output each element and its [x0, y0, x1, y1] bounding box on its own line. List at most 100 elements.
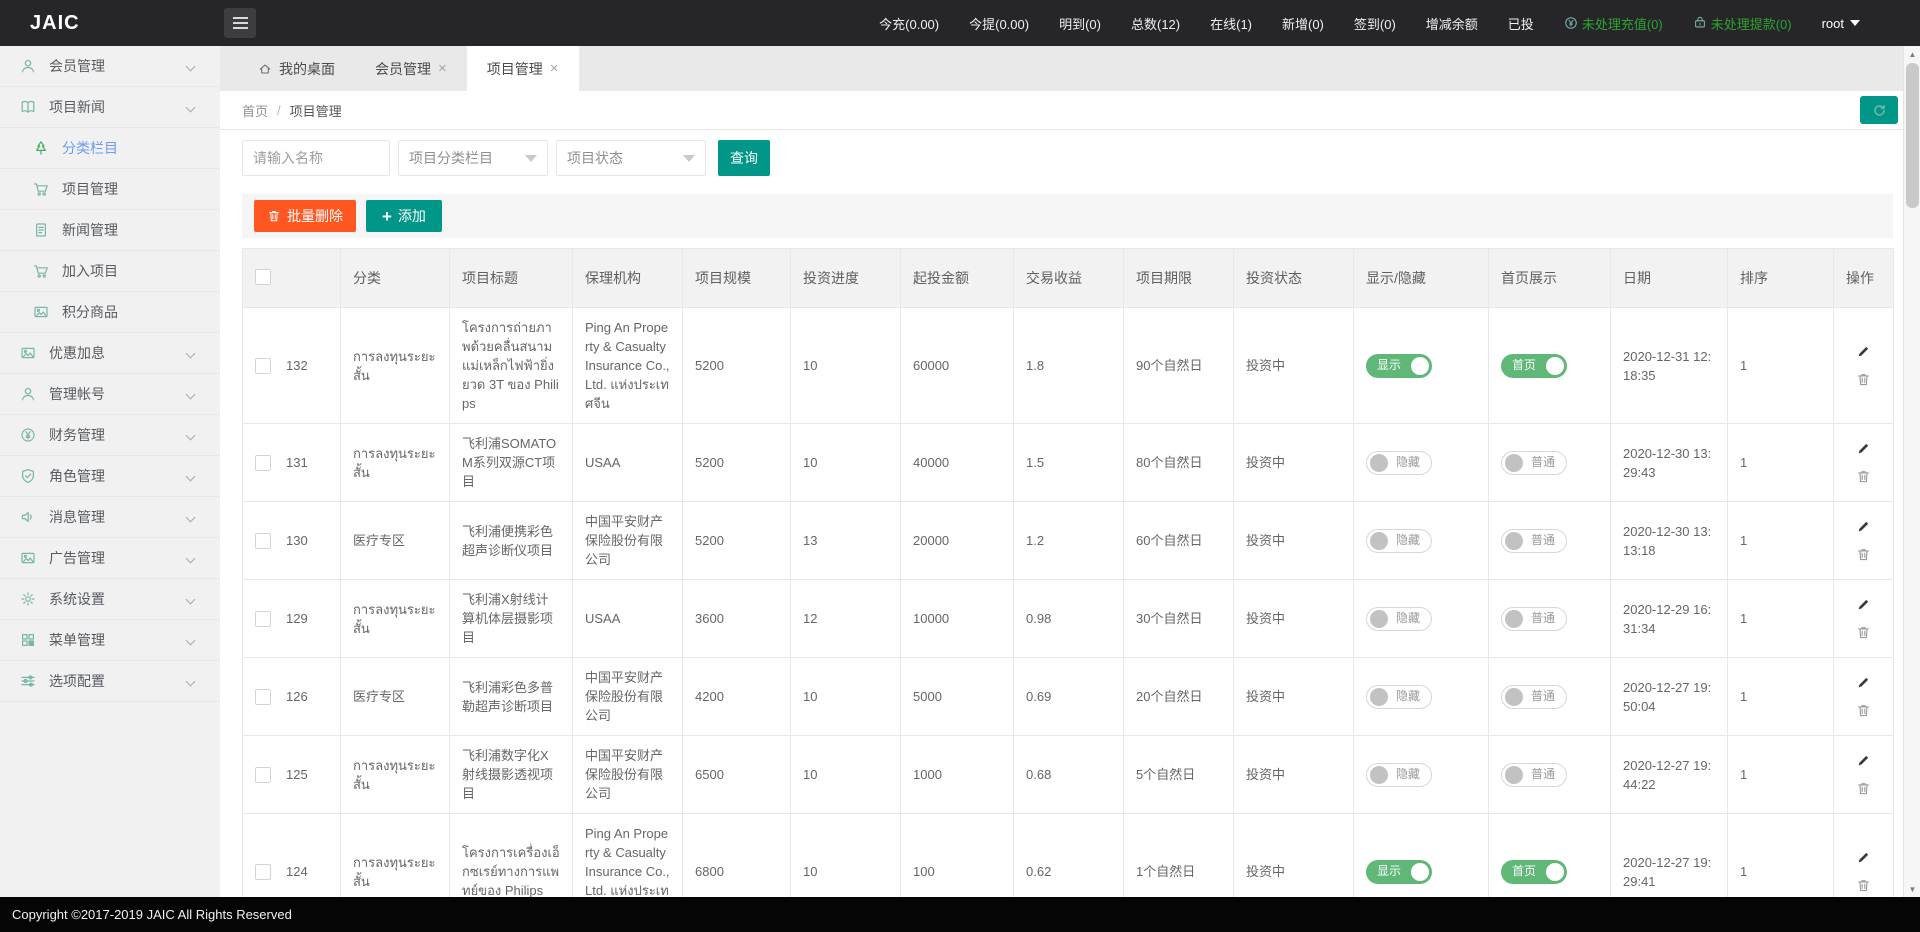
- select-all-checkbox[interactable]: [255, 269, 271, 285]
- cell-title: 飞利浦X射线计算机体层摄影项目: [450, 580, 573, 658]
- sidebar-item[interactable]: 广告管理: [0, 538, 220, 579]
- toggle-label: 显示: [1377, 862, 1401, 881]
- edit-button[interactable]: [1856, 519, 1871, 534]
- sidebar-item[interactable]: 优惠加息: [0, 333, 220, 374]
- sidebar-item[interactable]: 系统设置: [0, 579, 220, 620]
- nav-stat[interactable]: 签到(0): [1354, 14, 1396, 33]
- edit-button[interactable]: [1856, 675, 1871, 690]
- yen-icon: [20, 427, 36, 443]
- row-checkbox[interactable]: [255, 864, 271, 880]
- visibility-toggle[interactable]: 隐藏: [1366, 529, 1432, 553]
- row-checkbox[interactable]: [255, 767, 271, 783]
- scroll-up-arrow-icon[interactable]: ▲: [1904, 46, 1920, 62]
- edit-button[interactable]: [1856, 441, 1871, 456]
- hamburger-menu-button[interactable]: [224, 8, 256, 38]
- name-search-input[interactable]: [242, 140, 390, 176]
- edit-button[interactable]: [1856, 344, 1871, 359]
- visibility-toggle-cell: 显示: [1354, 814, 1489, 898]
- homepage-toggle[interactable]: 普通: [1501, 607, 1567, 631]
- category-select-value: 项目分类栏目: [409, 148, 493, 168]
- sidebar-item[interactable]: 消息管理: [0, 497, 220, 538]
- scroll-down-arrow-icon[interactable]: ▼: [1904, 881, 1920, 897]
- add-button[interactable]: + 添加: [366, 200, 442, 232]
- homepage-toggle[interactable]: 普通: [1501, 763, 1567, 787]
- nav-stat[interactable]: 今充(0.00): [879, 14, 939, 33]
- edit-button[interactable]: [1856, 597, 1871, 612]
- toggle-knob: [1370, 610, 1388, 628]
- cell-min-invest: 1000: [901, 736, 1014, 814]
- close-icon[interactable]: ×: [550, 61, 559, 76]
- home-icon: [258, 62, 272, 76]
- sidebar-item[interactable]: 加入项目: [0, 251, 220, 292]
- visibility-toggle[interactable]: 隐藏: [1366, 607, 1432, 631]
- cell-date: 2020-12-27 19:29:41: [1611, 814, 1728, 898]
- row-checkbox[interactable]: [255, 455, 271, 471]
- visibility-toggle[interactable]: 隐藏: [1366, 763, 1432, 787]
- sidebar-item[interactable]: 角色管理: [0, 456, 220, 497]
- homepage-toggle[interactable]: 普通: [1501, 451, 1567, 475]
- edit-button[interactable]: [1856, 753, 1871, 768]
- vertical-scrollbar[interactable]: ▲ ▼: [1903, 46, 1920, 897]
- delete-button[interactable]: [1856, 781, 1871, 796]
- scrollbar-thumb[interactable]: [1906, 63, 1919, 208]
- nav-stat[interactable]: 总数(12): [1131, 14, 1180, 33]
- tab-item[interactable]: 会员管理×: [355, 46, 467, 91]
- search-button[interactable]: 查询: [718, 140, 770, 176]
- nav-stat[interactable]: 在线(1): [1210, 14, 1252, 33]
- visibility-toggle[interactable]: 显示: [1366, 860, 1432, 884]
- tab-item[interactable]: 我的桌面: [238, 46, 355, 91]
- homepage-toggle[interactable]: 首页: [1501, 860, 1567, 884]
- nav-stat[interactable]: 明到(0): [1059, 14, 1101, 33]
- pending-alert-link[interactable]: 未处理提款(0): [1693, 14, 1792, 33]
- delete-button[interactable]: [1856, 372, 1871, 387]
- category-select[interactable]: 项目分类栏目: [398, 140, 548, 176]
- user-menu[interactable]: root: [1822, 16, 1860, 31]
- status-select[interactable]: 项目状态: [556, 140, 706, 176]
- edit-button[interactable]: [1856, 850, 1871, 865]
- refresh-button[interactable]: [1860, 96, 1898, 124]
- sidebar-item[interactable]: 财务管理: [0, 415, 220, 456]
- sidebar-item[interactable]: 选项配置: [0, 661, 220, 702]
- nav-stat[interactable]: 增减余额: [1426, 14, 1478, 33]
- sidebar-item[interactable]: 项目管理: [0, 169, 220, 210]
- nav-stat[interactable]: 已投: [1508, 14, 1534, 33]
- delete-button[interactable]: [1856, 469, 1871, 484]
- cell-progress: 10: [791, 658, 901, 736]
- toggle-label: 隐藏: [1396, 609, 1420, 628]
- delete-button[interactable]: [1856, 625, 1871, 640]
- sidebar-item[interactable]: 会员管理: [0, 46, 220, 87]
- row-checkbox[interactable]: [255, 689, 271, 705]
- sidebar-item[interactable]: 项目新闻: [0, 87, 220, 128]
- pending-alert-link[interactable]: 未处理充值(0): [1564, 14, 1663, 33]
- homepage-toggle[interactable]: 普通: [1501, 685, 1567, 709]
- delete-button[interactable]: [1856, 878, 1871, 893]
- top-navbar: JAIC 今充(0.00)今提(0.00)明到(0)总数(12)在线(1)新增(…: [0, 0, 1920, 46]
- toggle-knob: [1546, 863, 1564, 881]
- visibility-toggle[interactable]: 隐藏: [1366, 451, 1432, 475]
- visibility-toggle[interactable]: 显示: [1366, 354, 1432, 378]
- tab-active[interactable]: 项目管理×: [467, 46, 579, 91]
- row-checkbox[interactable]: [255, 358, 271, 374]
- sidebar-item-active[interactable]: 分类栏目: [0, 128, 220, 169]
- breadcrumb-home-link[interactable]: 首页: [242, 101, 268, 120]
- sidebar-item[interactable]: 新闻管理: [0, 210, 220, 251]
- row-checkbox[interactable]: [255, 611, 271, 627]
- nav-stat[interactable]: 新增(0): [1282, 14, 1324, 33]
- nav-stat[interactable]: 今提(0.00): [969, 14, 1029, 33]
- cell-date: 2020-12-27 19:44:22: [1611, 736, 1728, 814]
- cell-progress: 10: [791, 424, 901, 502]
- row-checkbox[interactable]: [255, 533, 271, 549]
- toggle-label: 首页: [1512, 356, 1536, 375]
- sidebar-item[interactable]: 管理帐号: [0, 374, 220, 415]
- cell-agency: 中国平安财产保险股份有限公司: [573, 658, 683, 736]
- sidebar-item[interactable]: 菜单管理: [0, 620, 220, 661]
- sidebar-item[interactable]: 积分商品: [0, 292, 220, 333]
- homepage-toggle[interactable]: 普通: [1501, 529, 1567, 553]
- visibility-toggle[interactable]: 隐藏: [1366, 685, 1432, 709]
- delete-button[interactable]: [1856, 547, 1871, 562]
- close-icon[interactable]: ×: [438, 61, 447, 76]
- page-footer: Copyright ©2017-2019 JAIC All Rights Res…: [0, 897, 1920, 932]
- homepage-toggle[interactable]: 首页: [1501, 354, 1567, 378]
- batch-delete-button[interactable]: 批量删除: [254, 200, 356, 232]
- delete-button[interactable]: [1856, 703, 1871, 718]
